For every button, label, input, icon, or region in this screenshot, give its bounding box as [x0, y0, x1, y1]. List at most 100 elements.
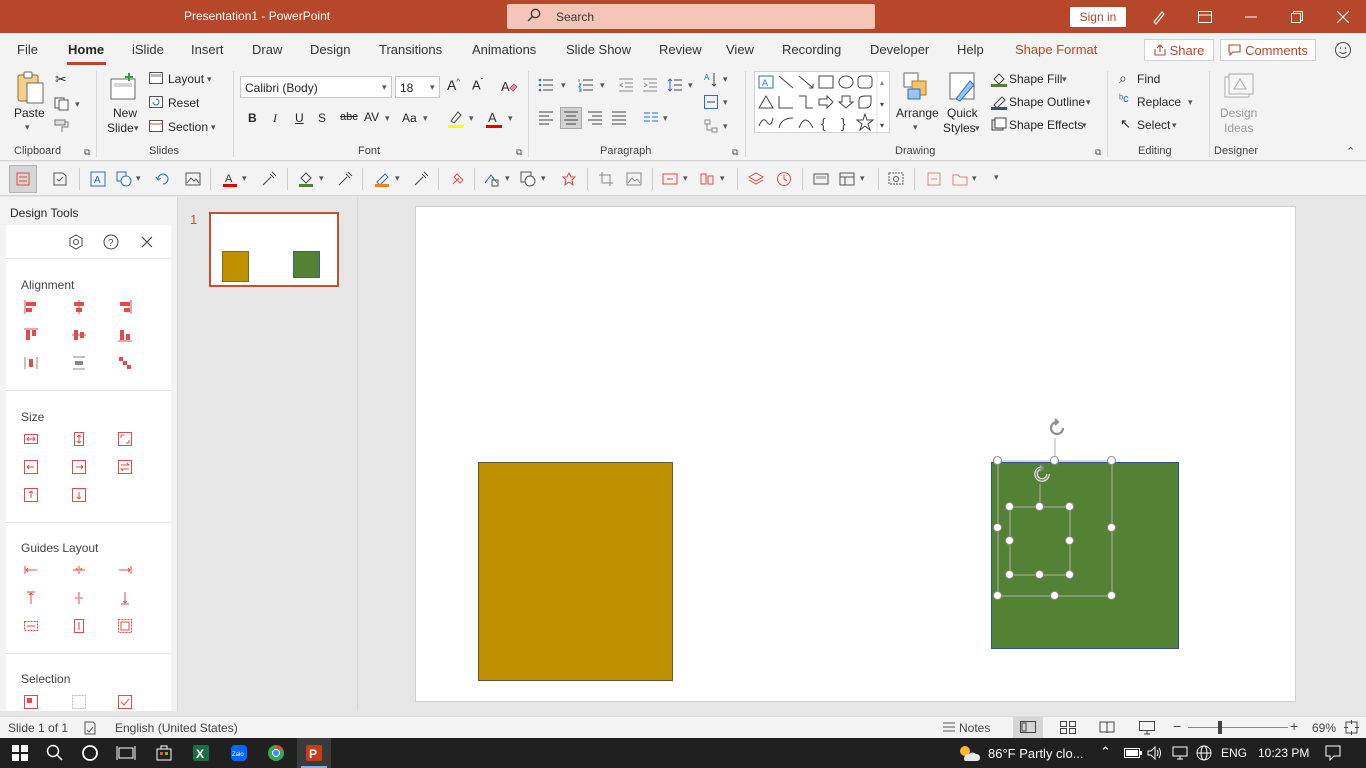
bold-button[interactable]: B [248, 111, 257, 125]
one-click-optimize-icon[interactable] [52, 171, 68, 187]
network-icon[interactable] [1172, 746, 1188, 760]
folder-dropdown-icon[interactable]: ▾ [972, 173, 977, 184]
sign-in-button[interactable]: Sign in [1070, 7, 1126, 27]
decrease-indent-icon[interactable] [618, 78, 634, 92]
design-ideas-label-2[interactable]: Ideas [1224, 121, 1253, 135]
numbering-dropdown-icon[interactable]: ▾ [600, 80, 605, 91]
layout-button[interactable]: Layout [168, 72, 204, 86]
tab-insert[interactable]: Insert [191, 42, 224, 57]
align-right-icon[interactable] [587, 111, 603, 125]
extend-top-icon[interactable] [24, 488, 38, 502]
align-left-icon[interactable] [538, 111, 554, 125]
zoom-in-button[interactable]: + [1290, 718, 1298, 734]
layers-icon[interactable] [748, 171, 764, 187]
shape-outline-icon[interactable] [991, 94, 1007, 110]
quick-styles-label-1[interactable]: Quick [947, 106, 978, 120]
gold-rectangle[interactable] [478, 462, 673, 681]
arrange-button[interactable]: Arrange [896, 106, 939, 120]
windows-start-icon[interactable] [10, 743, 30, 763]
share-button[interactable]: Share [1144, 39, 1214, 61]
arrange-icon[interactable] [902, 71, 932, 103]
restore-button[interactable] [1274, 0, 1320, 33]
distribute-horizontal-icon[interactable] [24, 356, 38, 370]
paste-dropdown-icon[interactable]: ▾ [25, 122, 30, 133]
notes-button[interactable]: Notes [959, 721, 990, 735]
folder-icon[interactable] [952, 171, 968, 187]
quick-styles-dropdown-icon[interactable]: ▾ [975, 123, 980, 134]
resize-handle-n[interactable] [1050, 456, 1059, 465]
task-view-icon[interactable] [116, 743, 136, 763]
inner-handle-w[interactable] [1005, 536, 1014, 545]
text-box-icon[interactable]: A [90, 171, 106, 187]
search-box[interactable]: Search [507, 4, 875, 29]
font-color-dropdown-icon[interactable]: ▾ [508, 113, 513, 124]
slide-sorter-icon[interactable] [1060, 721, 1076, 734]
powerpoint-app-button[interactable]: P [297, 738, 331, 768]
weather-icon[interactable] [956, 743, 982, 763]
line-spacing-icon[interactable] [667, 78, 683, 92]
guide-fill-icon[interactable] [118, 619, 132, 633]
copy-dropdown-icon[interactable]: ▾ [75, 99, 80, 110]
tab-design[interactable]: Design [310, 42, 350, 57]
tab-slide-show[interactable]: Slide Show [566, 42, 631, 57]
select-same-line-icon[interactable] [72, 695, 86, 709]
justify-icon[interactable] [611, 111, 627, 125]
layout-tool-dropdown-icon[interactable]: ▾ [860, 173, 865, 184]
screenshot-icon[interactable] [888, 171, 904, 187]
pen-icon[interactable] [1136, 0, 1182, 33]
font-launcher-icon[interactable]: ⧉ [516, 147, 522, 158]
smartart-dropdown-icon[interactable]: ▾ [723, 121, 728, 132]
reset-button[interactable]: Reset [168, 96, 199, 110]
highlight-color-icon[interactable] [447, 109, 465, 129]
distribute-diagonal-icon[interactable] [118, 356, 132, 370]
inner-handle-se[interactable] [1065, 570, 1074, 579]
font-color-dropdown-icon[interactable]: ▾ [242, 173, 247, 184]
bullets-icon[interactable] [538, 78, 554, 92]
line-color-icon[interactable] [374, 171, 390, 187]
excel-app-icon[interactable]: X [191, 743, 211, 763]
align-text-dropdown-icon[interactable]: ▾ [723, 97, 728, 108]
clipboard-launcher-icon[interactable]: ⧉ [84, 147, 90, 158]
layout-dropdown-icon[interactable]: ▾ [207, 74, 212, 85]
design-ideas-icon[interactable] [1222, 71, 1254, 103]
tab-transitions[interactable]: Transitions [379, 42, 442, 57]
find-icon[interactable]: ⌕ [1119, 70, 1127, 87]
design-tools-toggle-button[interactable] [9, 165, 37, 193]
font-size-select[interactable]: 18 ▾ [395, 76, 440, 98]
shapes-icon[interactable] [116, 171, 132, 187]
format-painter-icon[interactable] [450, 171, 466, 187]
shapes-dropdown-icon[interactable]: ▾ [136, 173, 141, 184]
same-height-icon[interactable] [72, 432, 86, 446]
extend-bottom-icon[interactable] [72, 488, 86, 502]
bullets-dropdown-icon[interactable]: ▾ [561, 80, 566, 91]
tab-developer[interactable]: Developer [870, 42, 929, 57]
settings-icon[interactable] [68, 234, 84, 250]
resize-handle-se[interactable] [1107, 591, 1116, 600]
text-direction-dropdown-icon[interactable]: ▾ [723, 74, 728, 85]
arrange-tool-dropdown-icon[interactable]: ▾ [505, 173, 510, 184]
align-left-icon[interactable] [24, 300, 38, 314]
increase-indent-icon[interactable] [642, 78, 658, 92]
inner-handle-sw[interactable] [1005, 570, 1014, 579]
align-right-icon[interactable] [118, 300, 132, 314]
replace-icon[interactable]: ᵇc [1119, 93, 1129, 105]
change-case-dropdown-icon[interactable]: ▾ [423, 113, 428, 124]
table-tool-dropdown-icon[interactable]: ▾ [683, 173, 688, 184]
guide-right-icon[interactable] [118, 563, 132, 577]
reset-icon[interactable] [149, 96, 163, 108]
line-color-dropdown-icon[interactable]: ▾ [395, 173, 400, 184]
minimize-button[interactable] [1228, 0, 1274, 33]
language-status[interactable]: English (United States) [115, 721, 238, 735]
cut-icon[interactable]: ✂ [55, 71, 67, 88]
inner-handle-e[interactable] [1065, 536, 1074, 545]
ribbon-display-button[interactable] [1182, 0, 1228, 33]
chart-tool-icon[interactable] [699, 171, 715, 187]
reading-view-icon[interactable] [1099, 721, 1115, 734]
font-color-icon[interactable]: A [222, 171, 238, 187]
help-icon[interactable]: ? [103, 234, 119, 250]
tab-review[interactable]: Review [659, 42, 702, 57]
guide-bottom-icon[interactable] [118, 591, 132, 605]
tab-view[interactable]: View [726, 42, 754, 57]
replace-button[interactable]: Replace [1137, 95, 1181, 109]
guide-width-icon[interactable] [24, 619, 38, 633]
